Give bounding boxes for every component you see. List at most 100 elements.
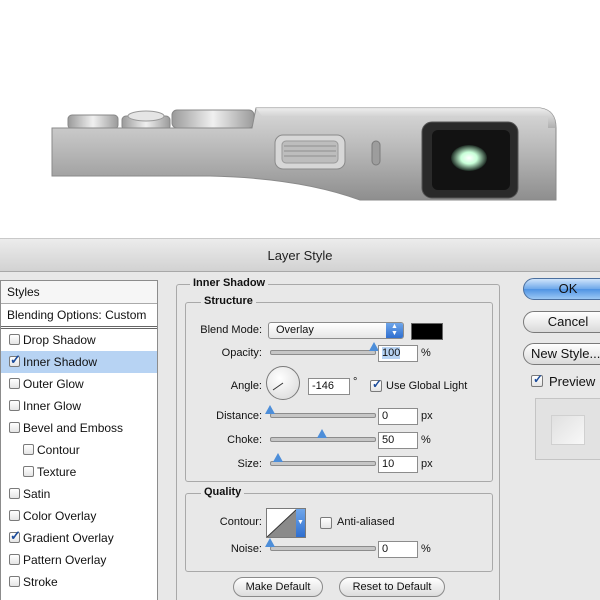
blend-mode-select[interactable]: Overlay ▲ ▼	[268, 322, 404, 339]
opacity-slider[interactable]	[270, 350, 376, 355]
style-item-label: Satin	[23, 487, 51, 501]
style-item-drop-shadow[interactable]: Drop Shadow	[1, 329, 157, 351]
distance-slider[interactable]	[270, 413, 376, 418]
contour-picker[interactable]: ▼	[266, 508, 306, 538]
style-item-color-overlay[interactable]: Color Overlay	[1, 505, 157, 527]
chevron-down-icon[interactable]: ▼	[296, 509, 305, 537]
distance-slider-thumb[interactable]	[265, 405, 275, 414]
style-item-label: Inner Glow	[23, 399, 82, 413]
style-item-checkbox[interactable]	[9, 554, 20, 565]
choke-unit: %	[421, 434, 431, 446]
chevron-updown-icon: ▲ ▼	[386, 323, 403, 338]
opacity-unit: %	[421, 347, 431, 359]
anti-aliased-checkbox[interactable]	[320, 517, 332, 529]
style-item-checkbox[interactable]	[23, 444, 34, 455]
style-item-gradient-overlay[interactable]: ✓ Gradient Overlay	[1, 527, 157, 549]
make-default-button[interactable]: Make Default	[233, 577, 323, 597]
style-item-texture[interactable]: Texture	[1, 461, 157, 483]
style-item-label: Pattern Overlay	[23, 553, 107, 567]
structure-group: Structure Blend Mode: Overlay ▲ ▼ Opacity…	[185, 295, 493, 482]
style-item-label: Color Overlay	[23, 509, 97, 523]
style-item-bevel-and-emboss[interactable]: Bevel and Emboss	[1, 417, 157, 439]
style-item-checkbox[interactable]	[9, 422, 20, 433]
style-item-checkbox[interactable]	[9, 334, 20, 345]
style-item-label: Texture	[37, 465, 77, 479]
size-slider[interactable]	[270, 461, 376, 466]
size-input[interactable]: 10	[378, 456, 418, 473]
noise-slider[interactable]	[270, 546, 376, 551]
camera-artwork	[51, 107, 557, 201]
checkmark-icon: ✓	[10, 352, 21, 367]
noise-input[interactable]: 0	[378, 541, 418, 558]
style-preview-thumbnail	[535, 398, 600, 460]
use-global-light-label: Use Global Light	[386, 380, 468, 392]
style-item-checkbox[interactable]	[9, 510, 20, 521]
angle-unit: °	[353, 376, 358, 388]
anti-aliased-label: Anti-aliased	[337, 516, 395, 528]
contour-preview-icon	[267, 509, 297, 537]
checkmark-icon: ✓	[533, 372, 544, 386]
style-item-label: Inner Shadow	[23, 355, 98, 369]
checkmark-icon: ✓	[10, 528, 21, 543]
preview-swatch	[551, 415, 585, 445]
style-item-checkbox[interactable]	[23, 466, 34, 477]
style-item-inner-shadow[interactable]: ✓ Inner Shadow	[1, 351, 157, 373]
style-item-stroke[interactable]: Stroke	[1, 571, 157, 593]
style-item-label: Gradient Overlay	[23, 531, 114, 545]
inner-shadow-group: Inner Shadow Structure Blend Mode: Overl…	[176, 277, 500, 600]
choke-label: Choke:	[227, 434, 262, 446]
shadow-color-swatch[interactable]	[411, 323, 443, 340]
quality-group: Quality Contour: ▼ Anti-aliased Noise: 0…	[185, 486, 493, 572]
distance-label: Distance:	[216, 410, 262, 422]
cancel-button[interactable]: Cancel	[523, 311, 600, 333]
style-item-checkbox[interactable]: ✓	[9, 352, 21, 367]
preview-checkbox[interactable]: ✓	[531, 372, 544, 387]
angle-label: Angle:	[230, 380, 262, 392]
choke-slider-thumb[interactable]	[317, 429, 327, 438]
blending-options-item[interactable]: Blending Options: Custom	[1, 304, 157, 329]
document-canvas	[0, 0, 600, 238]
dialog-titlebar: Layer Style	[0, 238, 600, 272]
new-style-button[interactable]: New Style...	[523, 343, 600, 365]
opacity-label: Opacity:	[221, 347, 262, 359]
style-item-checkbox[interactable]	[9, 488, 20, 499]
angle-dial[interactable]	[266, 366, 300, 400]
noise-label: Noise:	[230, 543, 262, 555]
style-item-label: Outer Glow	[23, 377, 84, 391]
style-item-label: Bevel and Emboss	[23, 421, 124, 435]
style-item-checkbox[interactable]	[9, 400, 20, 411]
angle-input[interactable]: -146	[308, 378, 350, 395]
style-item-label: Stroke	[23, 575, 58, 589]
size-unit: px	[421, 458, 433, 470]
style-item-pattern-overlay[interactable]: Pattern Overlay	[1, 549, 157, 571]
style-item-checkbox[interactable]	[9, 576, 20, 587]
style-item-outer-glow[interactable]: Outer Glow	[1, 373, 157, 395]
inner-shadow-title: Inner Shadow	[190, 277, 269, 289]
style-item-contour[interactable]: Contour	[1, 439, 157, 461]
opacity-input[interactable]: 100	[378, 345, 418, 362]
contour-label: Contour:	[219, 516, 262, 528]
use-global-light-checkbox[interactable]: ✓	[370, 377, 383, 392]
preview-label: Preview	[549, 374, 596, 389]
structure-title: Structure	[201, 295, 256, 307]
size-label: Size:	[237, 458, 262, 470]
checkmark-icon: ✓	[372, 377, 383, 391]
choke-input[interactable]: 50	[378, 432, 418, 449]
distance-unit: px	[421, 410, 433, 422]
style-item-checkbox[interactable]: ✓	[9, 528, 21, 543]
distance-input[interactable]: 0	[378, 408, 418, 425]
blend-mode-value: Overlay	[276, 324, 314, 336]
noise-slider-thumb[interactable]	[265, 538, 275, 547]
layer-style-dialog: Layer Style Styles Blending Options: Cus…	[0, 238, 600, 600]
style-item-inner-glow[interactable]: Inner Glow	[1, 395, 157, 417]
dialog-title: Layer Style	[267, 248, 333, 263]
style-item-satin[interactable]: Satin	[1, 483, 157, 505]
styles-header[interactable]: Styles	[1, 281, 157, 304]
blend-mode-label: Blend Mode:	[200, 324, 262, 336]
reset-to-default-button[interactable]: Reset to Default	[339, 577, 445, 597]
ok-button[interactable]: OK	[523, 278, 600, 300]
quality-title: Quality	[201, 486, 245, 498]
size-slider-thumb[interactable]	[273, 453, 284, 462]
style-item-checkbox[interactable]	[9, 378, 20, 389]
style-item-label: Contour	[37, 443, 80, 457]
